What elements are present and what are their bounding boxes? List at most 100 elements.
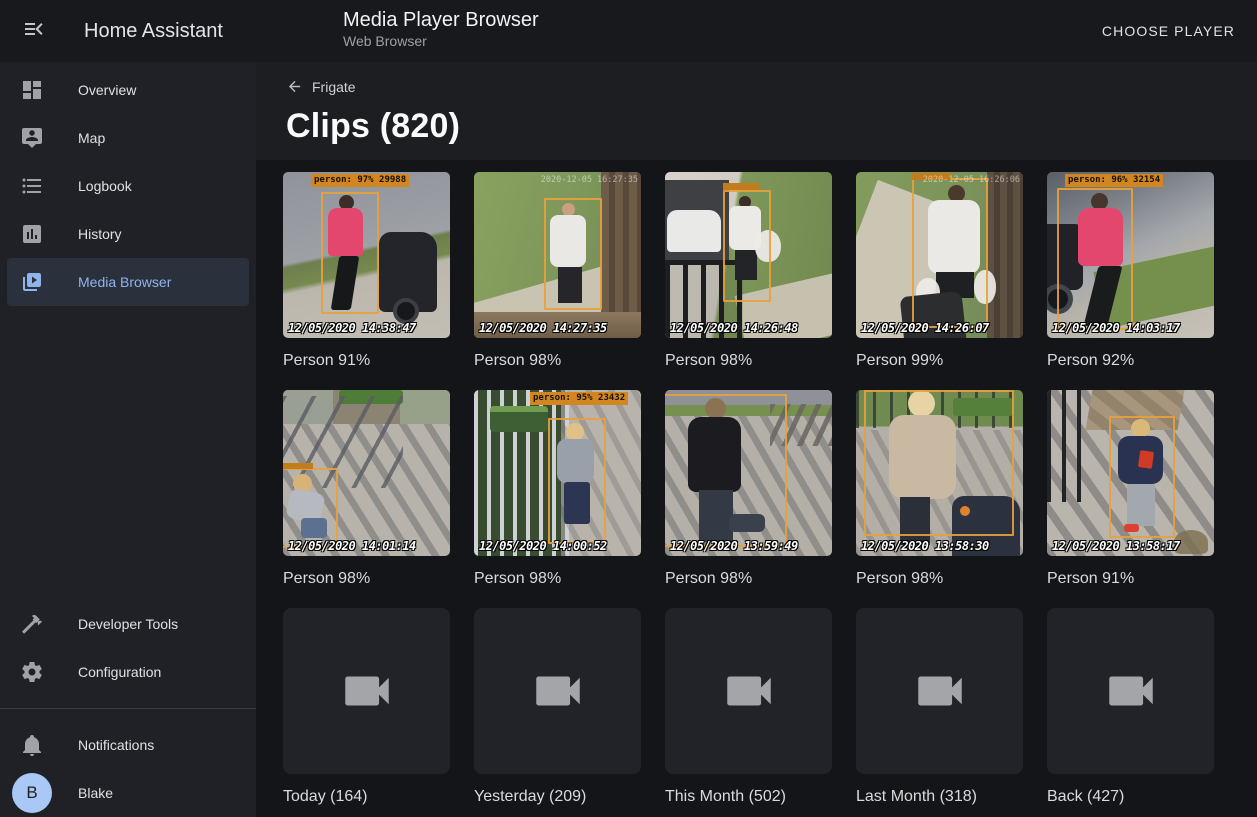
detection-box — [912, 178, 988, 328]
sidebar-item-label: Developer Tools — [78, 616, 178, 632]
timestamp-overlay: 12/05/2020 14:00:52 — [479, 539, 607, 553]
clip-item: 12/05/2020 14:26:48 Person 98% — [665, 172, 832, 370]
clip-item: person: 97% 29988 12/05/2020 14:38:47 Pe… — [283, 172, 450, 370]
clip-item: 2020-12-05 16:26:06 12/05/2020 14:26:07 … — [856, 172, 1023, 370]
clip-item: 12/05/2020 13:58:30 Person 98% — [856, 390, 1023, 588]
videocam-icon — [720, 662, 778, 720]
folder-label: Yesterday (209) — [474, 788, 641, 806]
clip-thumbnail[interactable]: person: 96% 32154 12/05/2020 14:03:17 — [1047, 172, 1214, 338]
detection-box — [548, 418, 606, 544]
timestamp-overlay: 12/05/2020 14:38:47 — [288, 321, 416, 335]
sidebar-item-label: History — [78, 226, 122, 242]
sidebar-divider — [0, 708, 256, 709]
clip-thumbnail[interactable]: 12/05/2020 13:58:17 — [1047, 390, 1214, 556]
sidebar: Overview Map Logbook History Media Brows… — [0, 62, 256, 817]
breadcrumb-back[interactable]: Frigate — [286, 78, 356, 95]
folder-back[interactable] — [1047, 608, 1214, 774]
sidebar-item-developer-tools[interactable]: Developer Tools — [7, 600, 249, 648]
folder-label: Last Month (318) — [856, 788, 1023, 806]
sidebar-item-map[interactable]: Map — [7, 114, 249, 162]
sidebar-item-label: Map — [78, 130, 105, 146]
sidebar-item-history[interactable]: History — [7, 210, 249, 258]
sidebar-item-overview[interactable]: Overview — [7, 66, 249, 114]
detection-chip: person: 95% 23432 — [530, 392, 628, 405]
clip-label: Person 98% — [474, 570, 641, 588]
breadcrumb-label: Frigate — [312, 79, 356, 95]
clip-label: Person 92% — [1047, 352, 1214, 370]
sidebar-item-label: Notifications — [78, 737, 154, 753]
play-box-multiple-icon — [20, 270, 44, 294]
folder-last-month[interactable] — [856, 608, 1023, 774]
folder-yesterday[interactable] — [474, 608, 641, 774]
media-browser-panel: Frigate Clips (820) person: 97% 29988 12… — [256, 62, 1257, 817]
videocam-icon — [338, 662, 396, 720]
sidebar-toggle-button[interactable] — [10, 7, 58, 55]
camera-timestamp: 2020-12-05 16:26:06 — [923, 175, 1020, 185]
sidebar-item-logbook[interactable]: Logbook — [7, 162, 249, 210]
clip-item: 12/05/2020 14:01:14 Person 98% — [283, 390, 450, 588]
user-name: Blake — [78, 785, 113, 801]
timestamp-overlay: 12/05/2020 14:27:35 — [479, 321, 607, 335]
clip-thumbnail[interactable]: 12/05/2020 14:01:14 — [283, 390, 450, 556]
folder-item: Back (427) — [1047, 608, 1214, 806]
clip-item: 12/05/2020 13:58:17 Person 91% — [1047, 390, 1214, 588]
view-dashboard-icon — [20, 78, 44, 102]
tooltip-account-icon — [20, 126, 44, 150]
app-header: Home Assistant Media Player Browser Web … — [0, 0, 1257, 62]
detection-chip — [283, 463, 313, 469]
detection-box — [1057, 188, 1133, 330]
panel-subtitle: Web Browser — [343, 33, 539, 49]
timestamp-overlay: 12/05/2020 14:26:07 — [861, 321, 989, 335]
page-title: Clips (820) — [286, 107, 1233, 146]
panel-title: Media Player Browser — [343, 8, 539, 32]
timestamp-overlay: 12/05/2020 13:58:30 — [861, 539, 989, 553]
clip-label: Person 98% — [283, 570, 450, 588]
folder-today[interactable] — [283, 608, 450, 774]
detection-box — [321, 192, 379, 314]
timestamp-overlay: 12/05/2020 14:03:17 — [1052, 321, 1180, 335]
timestamp-overlay: 12/05/2020 13:58:17 — [1052, 539, 1180, 553]
clip-thumbnail[interactable]: person: 95% 23432 12/05/2020 14:00:52 — [474, 390, 641, 556]
clip-thumbnail[interactable]: person: 97% 29988 12/05/2020 14:38:47 — [283, 172, 450, 338]
detection-box — [1109, 416, 1175, 538]
clip-thumbnail[interactable]: 2020-12-05 16:27:35 12/05/2020 14:27:35 — [474, 172, 641, 338]
folder-item: Today (164) — [283, 608, 450, 806]
folder-label: Back (427) — [1047, 788, 1214, 806]
clip-thumbnail[interactable]: 12/05/2020 13:58:30 — [856, 390, 1023, 556]
choose-player-button[interactable]: CHOOSE PLAYER — [1096, 15, 1241, 47]
sidebar-item-configuration[interactable]: Configuration — [7, 648, 249, 696]
app-title: Home Assistant — [84, 20, 223, 43]
folder-item: Yesterday (209) — [474, 608, 641, 806]
detection-box — [864, 390, 1014, 536]
sidebar-item-media-browser[interactable]: Media Browser — [7, 258, 249, 306]
clip-item: person: 96% 32154 12/05/2020 14:03:17 Pe… — [1047, 172, 1214, 370]
sidebar-item-label: Media Browser — [78, 274, 171, 290]
folder-label: This Month (502) — [665, 788, 832, 806]
sidebar-item-notifications[interactable]: Notifications — [7, 721, 249, 769]
folder-item: Last Month (318) — [856, 608, 1023, 806]
clip-label: Person 98% — [474, 352, 641, 370]
clip-thumbnail[interactable]: 12/05/2020 14:26:48 — [665, 172, 832, 338]
hammer-icon — [20, 612, 44, 636]
sidebar-item-user-profile[interactable]: B Blake — [7, 769, 249, 817]
videocam-icon — [1102, 662, 1160, 720]
clip-thumbnail[interactable]: 2020-12-05 16:26:06 12/05/2020 14:26:07 — [856, 172, 1023, 338]
format-list-bulleted-icon — [20, 174, 44, 198]
sidebar-item-label: Configuration — [78, 664, 161, 680]
timestamp-overlay: 12/05/2020 14:26:48 — [670, 321, 798, 335]
sidebar-item-label: Logbook — [78, 178, 132, 194]
clip-item: 12/05/2020 13:59:49 Person 98% — [665, 390, 832, 588]
videocam-icon — [911, 662, 969, 720]
folder-this-month[interactable] — [665, 608, 832, 774]
clip-label: Person 98% — [665, 352, 832, 370]
cog-icon — [20, 660, 44, 684]
sidebar-item-label: Overview — [78, 82, 136, 98]
detection-box — [723, 190, 771, 302]
clip-item: person: 95% 23432 12/05/2020 14:00:52 Pe… — [474, 390, 641, 588]
clip-thumbnail[interactable]: 12/05/2020 13:59:49 — [665, 390, 832, 556]
detection-box — [544, 198, 602, 310]
bell-icon — [20, 733, 44, 757]
clip-label: Person 98% — [665, 570, 832, 588]
media-grid: person: 97% 29988 12/05/2020 14:38:47 Pe… — [256, 160, 1257, 817]
chart-box-icon — [20, 222, 44, 246]
